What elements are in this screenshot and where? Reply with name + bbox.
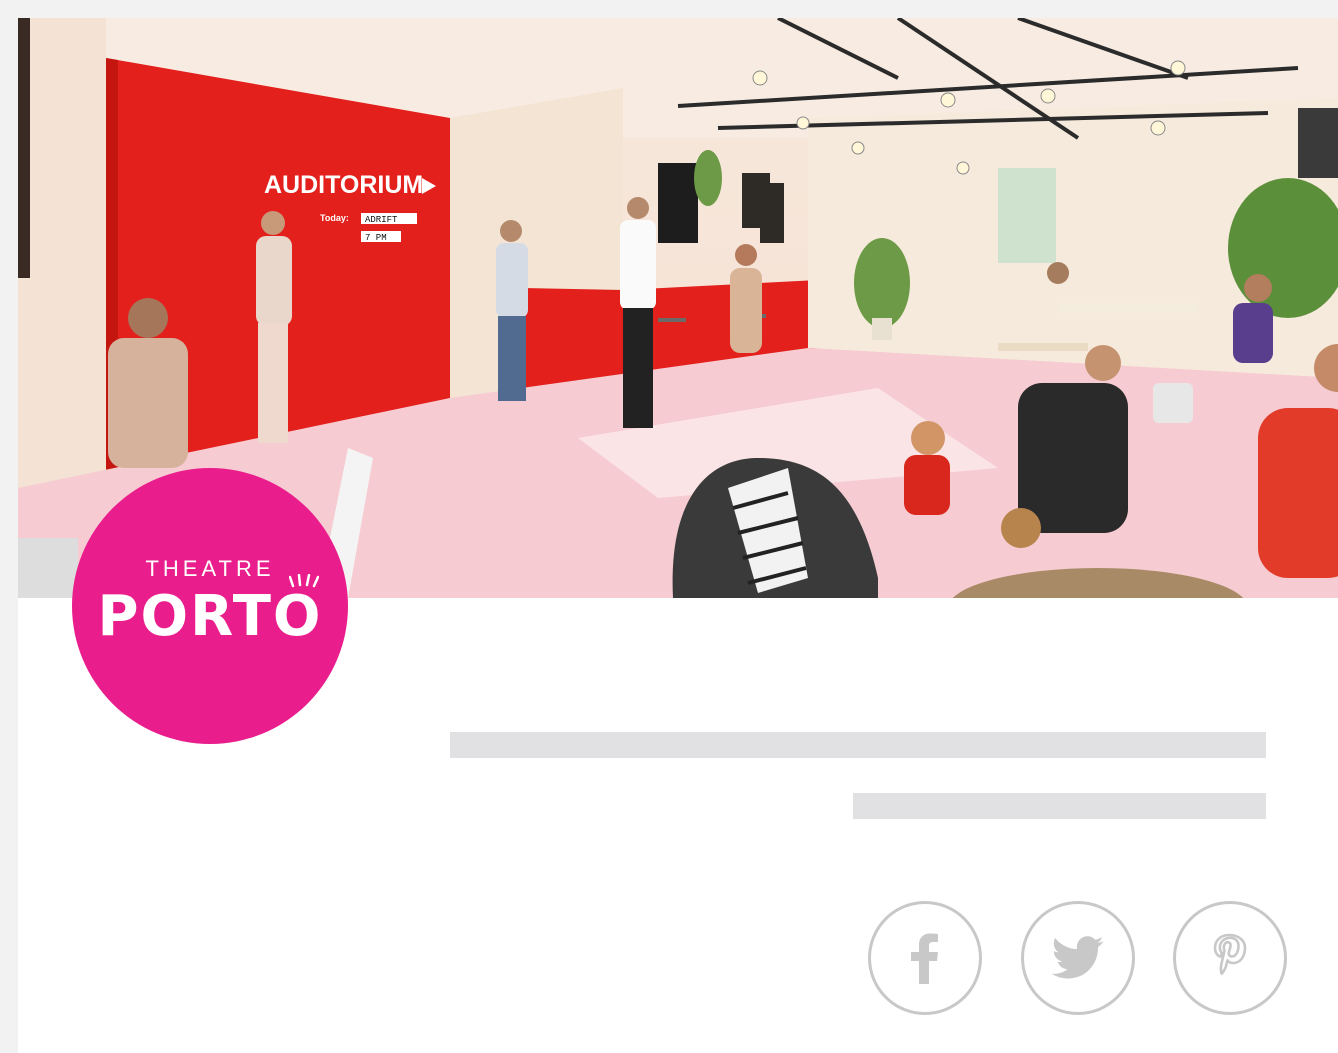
facebook-share-button[interactable] bbox=[868, 901, 982, 1015]
logo-line-porto: PORTO bbox=[97, 573, 323, 649]
text-placeholder-line-2 bbox=[853, 793, 1266, 819]
today-label: Today: bbox=[320, 213, 349, 223]
logo-porto-text: PORTO bbox=[97, 583, 323, 649]
twitter-share-button[interactable] bbox=[1021, 901, 1135, 1015]
pinterest-share-button[interactable] bbox=[1173, 901, 1287, 1015]
theatre-porto-logo[interactable]: THEATRE PORTO bbox=[72, 468, 348, 744]
logo-line-theatre: THEATRE bbox=[145, 555, 275, 581]
show-name: ADRIFT bbox=[365, 215, 398, 225]
pinterest-icon bbox=[1213, 933, 1247, 975]
text-placeholder-line-1 bbox=[450, 732, 1266, 758]
eyelash-icon bbox=[288, 573, 319, 587]
facebook-icon bbox=[911, 933, 938, 984]
twitter-icon bbox=[1051, 936, 1104, 979]
page-card: AUDITORIUM Today: ADRIFT 7 PM THEATRE PO… bbox=[18, 18, 1338, 1053]
show-time: 7 PM bbox=[365, 233, 387, 243]
auditorium-sign: AUDITORIUM bbox=[264, 171, 423, 199]
